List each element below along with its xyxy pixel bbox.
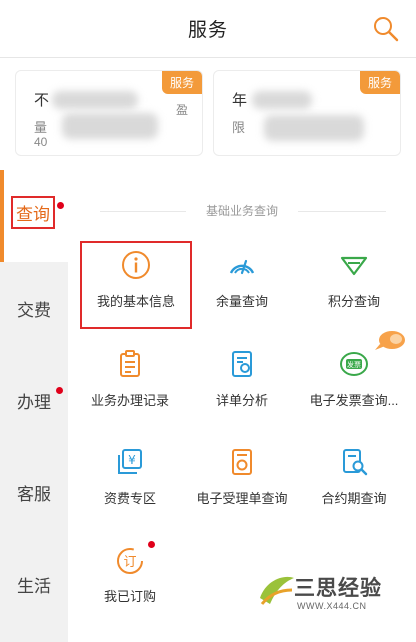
redacted-blur xyxy=(52,91,138,109)
service-badge: 服务 xyxy=(161,71,202,94)
account-card-right[interactable]: 服务 年 限 xyxy=(213,70,401,156)
yuan-icon-text: ¥ xyxy=(128,453,136,467)
redacted-blur xyxy=(252,91,312,109)
sidebar-item-label: 交费 xyxy=(17,300,51,320)
grid-item-e-invoice[interactable]: 发票 电子发票查询... xyxy=(298,340,410,428)
receipt-icon xyxy=(232,449,252,475)
card-line-1: 限 xyxy=(232,120,246,135)
account-card-left[interactable]: 服务 不 量 盈 40 xyxy=(15,70,203,156)
grid-item-label: 电子发票查询... xyxy=(309,393,399,408)
subscribed-icon: 订 xyxy=(117,548,143,574)
card-title: 年 xyxy=(232,92,248,109)
gauge-icon xyxy=(229,259,255,275)
grid-item-label: 我已订购 xyxy=(103,589,156,604)
card-line-2: 40 xyxy=(34,135,48,149)
promo-bubble-icon xyxy=(375,331,405,350)
grid-item-bill-analysis[interactable]: 详单分析 xyxy=(186,340,298,428)
clipboard-icon xyxy=(120,350,140,377)
card-suffix: 盈 xyxy=(176,103,189,117)
grid-item-tariff-zone[interactable]: ¥ 资费专区 xyxy=(74,438,186,526)
sidebar-item-label: 查询 xyxy=(11,196,55,229)
notification-dot xyxy=(148,541,155,548)
invoice-icon: 发票 xyxy=(340,352,368,376)
chart-doc-icon xyxy=(232,351,252,377)
grid-item-label: 余量查询 xyxy=(215,294,268,309)
grid-item-balance[interactable]: 余量查询 xyxy=(186,241,298,329)
subscribed-icon-text: 订 xyxy=(123,555,136,570)
sidebar-item-label: 办理 xyxy=(17,392,51,412)
account-cards: 服务 不 量 盈 40 服务 年 限 xyxy=(0,58,416,170)
card-line-1: 量 xyxy=(34,120,48,135)
grid-item-label: 合约期查询 xyxy=(321,491,387,506)
grid-item-label: 我的基本信息 xyxy=(96,294,175,309)
sidebar-item-label: 客服 xyxy=(17,484,51,504)
sidebar-item-service[interactable]: 客服 xyxy=(0,446,68,538)
info-icon xyxy=(122,251,150,279)
yuan-icon: ¥ xyxy=(118,449,142,474)
grid-item-label: 积分查询 xyxy=(327,294,380,309)
grid-item-business-records[interactable]: 业务办理记录 xyxy=(74,340,186,428)
active-indicator xyxy=(0,170,4,262)
service-badge: 服务 xyxy=(359,71,400,94)
top-header: 服务 xyxy=(0,0,416,58)
grid-item-label: 业务办理记录 xyxy=(90,393,169,408)
grid-item-contract-period[interactable]: 合约期查询 xyxy=(298,438,410,526)
sidebar-item-payment[interactable]: 交费 xyxy=(0,262,68,354)
category-sidebar: 查询 交费 办理 客服 生活 xyxy=(0,170,68,642)
notification-dot xyxy=(56,387,63,394)
card-title: 不 xyxy=(34,92,50,109)
watermark-logo-icon xyxy=(260,576,294,605)
grid-item-label: 详单分析 xyxy=(215,393,268,408)
invoice-icon-text: 发票 xyxy=(347,360,361,369)
sidebar-item-query[interactable]: 查询 xyxy=(0,170,68,262)
watermark-url: WWW.X444.CN xyxy=(297,601,367,611)
divider xyxy=(298,211,386,212)
grid-item-subscribed[interactable]: 订 我已订购 xyxy=(74,536,186,624)
grid-item-label: 资费专区 xyxy=(103,491,156,506)
sidebar-item-label: 生活 xyxy=(17,576,51,596)
search-icon[interactable] xyxy=(372,15,400,43)
gem-icon xyxy=(340,256,368,276)
sidebar-item-life[interactable]: 生活 xyxy=(0,538,68,630)
doc-search-icon xyxy=(343,449,368,476)
grid-item-basic-info[interactable]: 我的基本信息 xyxy=(80,241,192,329)
redacted-blur xyxy=(62,113,158,139)
page-title: 服务 xyxy=(187,20,228,41)
grid-item-e-receipt[interactable]: 电子受理单查询 xyxy=(186,438,298,526)
grid-item-label: 电子受理单查询 xyxy=(196,491,288,506)
site-watermark: 三思经验 WWW.X444.CN xyxy=(254,568,404,624)
redacted-blur xyxy=(264,115,364,141)
watermark-text: 三思经验 xyxy=(294,577,382,600)
notification-dot xyxy=(57,202,64,209)
grid-item-points[interactable]: 积分查询 xyxy=(298,241,410,329)
sidebar-item-handle[interactable]: 办理 xyxy=(0,354,68,446)
